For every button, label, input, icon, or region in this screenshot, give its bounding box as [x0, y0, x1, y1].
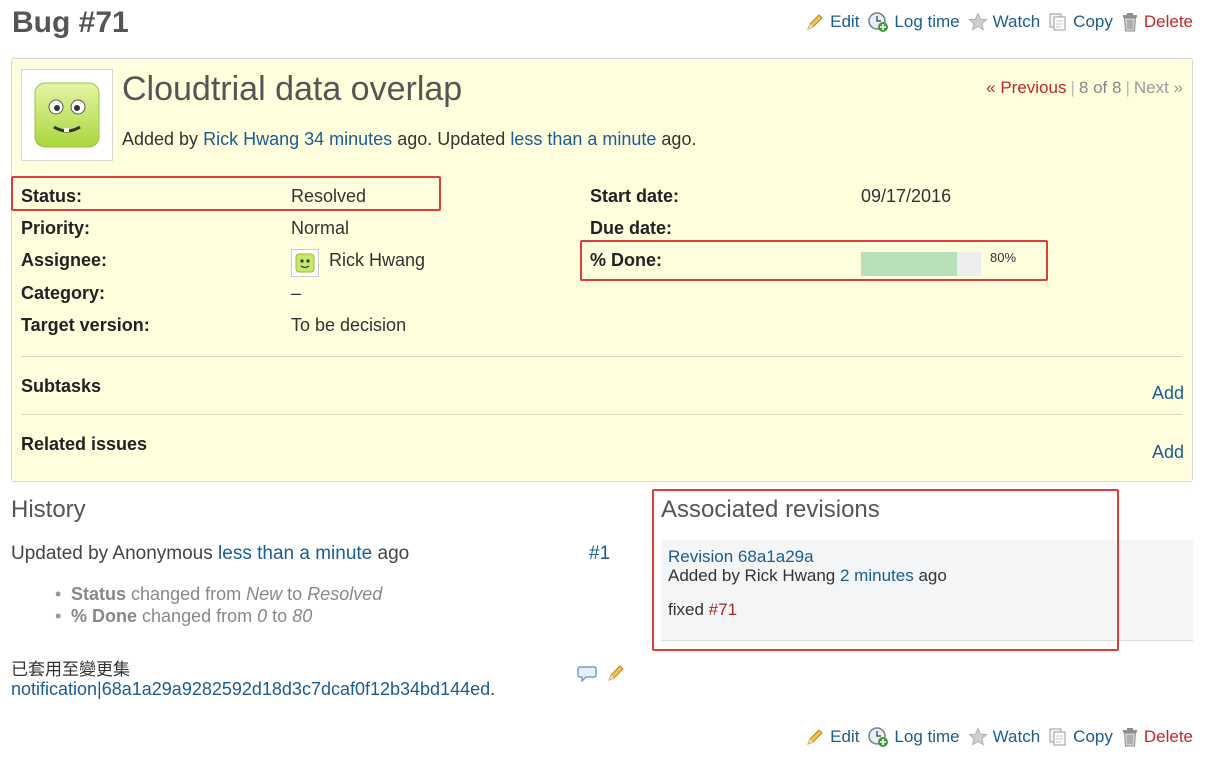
author-link[interactable]: Rick Hwang [203, 129, 299, 149]
star-icon [967, 727, 988, 747]
related-issues-title: Related issues [21, 434, 148, 454]
issue-position: 8 of 8 [1078, 78, 1122, 97]
priority-value: Normal [291, 218, 350, 238]
issue-subject: Cloudtrial data overlap [122, 70, 463, 108]
star-icon [967, 12, 988, 32]
smiley-avatar-icon [34, 82, 100, 148]
priority-label: Priority: [21, 218, 91, 238]
issue-actions-top: Edit Log time Watch Copy Delete [805, 11, 1193, 33]
status-highlight-box [11, 176, 441, 211]
author-line: Added by Rick Hwang 34 minutes ago. Upda… [122, 129, 697, 149]
trash-icon [1121, 727, 1139, 747]
add-related-issue-link[interactable]: Add [1152, 442, 1184, 463]
journal-header: Updated by Anonymous less than a minute … [11, 543, 410, 564]
journal-time-link[interactable]: less than a minute [218, 543, 372, 564]
clock-add-icon [867, 11, 889, 33]
created-time-link[interactable]: 34 minutes [304, 129, 392, 149]
watch-button[interactable]: Watch [967, 12, 1040, 32]
smiley-avatar-icon [295, 253, 315, 273]
history-title: History [11, 496, 86, 523]
assignee-avatar [291, 249, 319, 277]
category-label: Category: [21, 283, 106, 303]
subtasks-title: Subtasks [21, 376, 102, 396]
next-issue-link: Next » [1133, 78, 1183, 97]
target-version-link[interactable]: To be decision [291, 315, 406, 336]
start-date-value: 09/17/2016 [861, 186, 952, 206]
divider [21, 356, 1182, 357]
list-item: Status changed from New to Resolved [55, 584, 382, 605]
issue-actions-bottom: Edit Log time Watch Copy Delete [805, 726, 1193, 748]
pencil-icon [805, 727, 825, 747]
revisions-highlight-box [652, 489, 1119, 651]
divider [21, 414, 1182, 415]
target-version-label: Target version: [21, 315, 150, 335]
issue-navigation: « Previous | 8 of 8 | Next » [986, 78, 1183, 97]
delete-button[interactable]: Delete [1121, 12, 1193, 32]
copy-icon [1048, 727, 1068, 747]
clock-add-icon [867, 726, 889, 748]
copy-button[interactable]: Copy [1048, 12, 1113, 32]
speech-bubble-icon [577, 666, 597, 683]
assignee-link[interactable]: Rick Hwang [329, 250, 425, 271]
quote-button[interactable] [577, 664, 597, 689]
journal-note-changeset: notification|68a1a29a9282592d18d3c7dcaf0… [11, 679, 496, 699]
assignee-label: Assignee: [21, 250, 108, 270]
author-avatar [21, 69, 113, 161]
copy-button[interactable]: Copy [1048, 727, 1113, 747]
updated-time-link[interactable]: less than a minute [510, 129, 656, 149]
changeset-link[interactable]: notification|68a1a29a9282592d18d3c7dcaf0… [11, 679, 490, 699]
watch-button[interactable]: Watch [967, 727, 1040, 747]
copy-icon [1048, 12, 1068, 32]
category-value: – [291, 283, 302, 303]
done-ratio-highlight-box [580, 240, 1048, 281]
add-subtask-link[interactable]: Add [1152, 383, 1184, 404]
pencil-icon [805, 12, 825, 32]
edit-button[interactable]: Edit [805, 727, 859, 747]
journal-note-text: 已套用至變更集 [11, 660, 130, 679]
trash-icon [1121, 12, 1139, 32]
page-title: Bug #71 [12, 6, 129, 39]
due-date-label: Due date: [590, 218, 673, 238]
journal-number-link[interactable]: #1 [589, 543, 610, 565]
previous-issue-link[interactable]: « Previous [986, 78, 1066, 97]
edit-note-button[interactable] [606, 663, 626, 688]
start-date-label: Start date: [590, 186, 680, 206]
delete-button[interactable]: Delete [1121, 727, 1193, 747]
log-time-button[interactable]: Log time [867, 726, 960, 748]
log-time-button[interactable]: Log time [867, 11, 960, 33]
list-item: % Done changed from 0 to 80 [55, 606, 382, 627]
journal-changes: Status changed from New to Resolved % Do… [55, 584, 382, 628]
pencil-icon [608, 665, 624, 681]
edit-button[interactable]: Edit [805, 12, 859, 32]
